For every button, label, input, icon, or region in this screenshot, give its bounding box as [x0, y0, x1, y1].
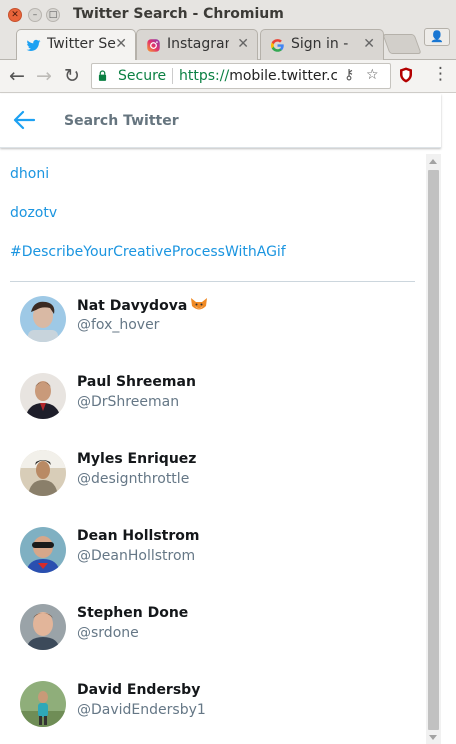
avatar	[20, 296, 66, 342]
user-result[interactable]: Stephen Done @srdone	[0, 590, 426, 667]
user-result[interactable]: David Endersby @DavidEndersby1	[0, 667, 426, 744]
tab-twitter[interactable]: Twitter Se ✕	[16, 29, 136, 60]
avatar	[20, 373, 66, 419]
tab-close-icon[interactable]: ✕	[115, 36, 127, 52]
avatar	[20, 527, 66, 573]
tab-label: Twitter Se	[47, 36, 116, 52]
user-name: Dean Hollstrom	[77, 528, 200, 544]
search-header: Search Twitter	[0, 94, 441, 148]
tab-label: Instagram	[167, 36, 229, 52]
page-title: Search Twitter	[64, 113, 179, 129]
user-result[interactable]: Myles Enriquez @designthrottle	[0, 436, 426, 513]
fox-emoji-icon	[191, 298, 208, 310]
key-icon[interactable]: ⚷	[344, 67, 354, 83]
window-minimize-button[interactable]: –	[28, 8, 42, 22]
user-name: Myles Enriquez	[77, 451, 197, 467]
avatar	[20, 450, 66, 496]
window-maximize-button[interactable]: □	[46, 8, 60, 22]
browser-toolbar: ← → ↻ Secure https://mobile.twitter.com …	[0, 60, 456, 93]
avatar	[20, 681, 66, 727]
tab-instagram[interactable]: Instagram ✕	[136, 29, 258, 60]
user-handle: @srdone	[77, 625, 139, 641]
url-host: mobile.twitter.com	[229, 68, 337, 84]
user-result[interactable]: Paul Shreeman @DrShreeman	[0, 359, 426, 436]
forward-arrow-icon[interactable]: →	[36, 65, 52, 87]
page-viewport: Search Twitter dhoni dozotv #DescribeYou…	[0, 94, 456, 744]
google-icon	[271, 39, 284, 52]
scroll-down-arrow-icon[interactable]	[429, 735, 437, 740]
url-text[interactable]: https://mobile.twitter.com	[179, 68, 337, 84]
window-titlebar: ✕ – □ Twitter Search - Chromium	[0, 0, 456, 30]
secure-label: Secure	[118, 68, 167, 84]
profile-icon[interactable]: 👤	[424, 28, 450, 46]
user-result[interactable]: Nat Davydova @fox_hover	[0, 282, 426, 359]
user-result[interactable]: Dean Hollstrom @DeanHollstrom	[0, 513, 426, 590]
tab-strip: Twitter Se ✕ Instagram ✕ Sign in - G ✕ 👤	[0, 28, 456, 60]
user-handle: @fox_hover	[77, 317, 160, 333]
bookmark-star-icon[interactable]: ☆	[366, 67, 379, 83]
instagram-icon	[147, 39, 160, 52]
tab-close-icon[interactable]: ✕	[363, 36, 375, 52]
url-scheme: https://	[179, 68, 230, 84]
suggestion-link[interactable]: #DescribeYourCreativeProcessWithAGif	[10, 244, 286, 260]
address-bar[interactable]: Secure https://mobile.twitter.com ⚷ ☆	[91, 63, 391, 89]
back-arrow-icon[interactable]	[12, 109, 36, 131]
user-name: David Endersby	[77, 682, 201, 698]
scrollbar-thumb[interactable]	[428, 170, 439, 730]
scroll-up-arrow-icon[interactable]	[429, 159, 437, 164]
menu-kebab-icon[interactable]: ⋮	[432, 64, 449, 84]
vertical-scrollbar[interactable]	[426, 154, 441, 744]
back-arrow-icon[interactable]: ←	[9, 65, 25, 87]
suggestion-link[interactable]: dozotv	[10, 205, 57, 221]
user-name: Paul Shreeman	[77, 374, 196, 390]
lock-icon	[98, 70, 107, 81]
avatar	[20, 604, 66, 650]
omnibox-separator	[172, 68, 173, 84]
window-close-button[interactable]: ✕	[8, 8, 22, 22]
twitter-icon	[26, 39, 41, 51]
reload-icon[interactable]: ↻	[64, 65, 80, 87]
user-name: Stephen Done	[77, 605, 189, 621]
tab-label: Sign in - G	[291, 36, 353, 52]
tab-google-signin[interactable]: Sign in - G ✕	[260, 29, 384, 60]
window-title: Twitter Search - Chromium	[73, 6, 284, 22]
user-handle: @designthrottle	[77, 471, 190, 487]
new-tab-button[interactable]	[382, 34, 422, 54]
search-results: dhoni dozotv #DescribeYourCreativeProces…	[0, 154, 426, 744]
user-name: Nat Davydova	[77, 297, 208, 314]
tab-close-icon[interactable]: ✕	[237, 36, 249, 52]
shield-extension-icon[interactable]	[399, 67, 413, 83]
user-handle: @DeanHollstrom	[77, 548, 196, 564]
user-handle: @DrShreeman	[77, 394, 180, 410]
suggestion-link[interactable]: dhoni	[10, 166, 49, 182]
user-handle: @DavidEndersby1	[77, 702, 206, 718]
